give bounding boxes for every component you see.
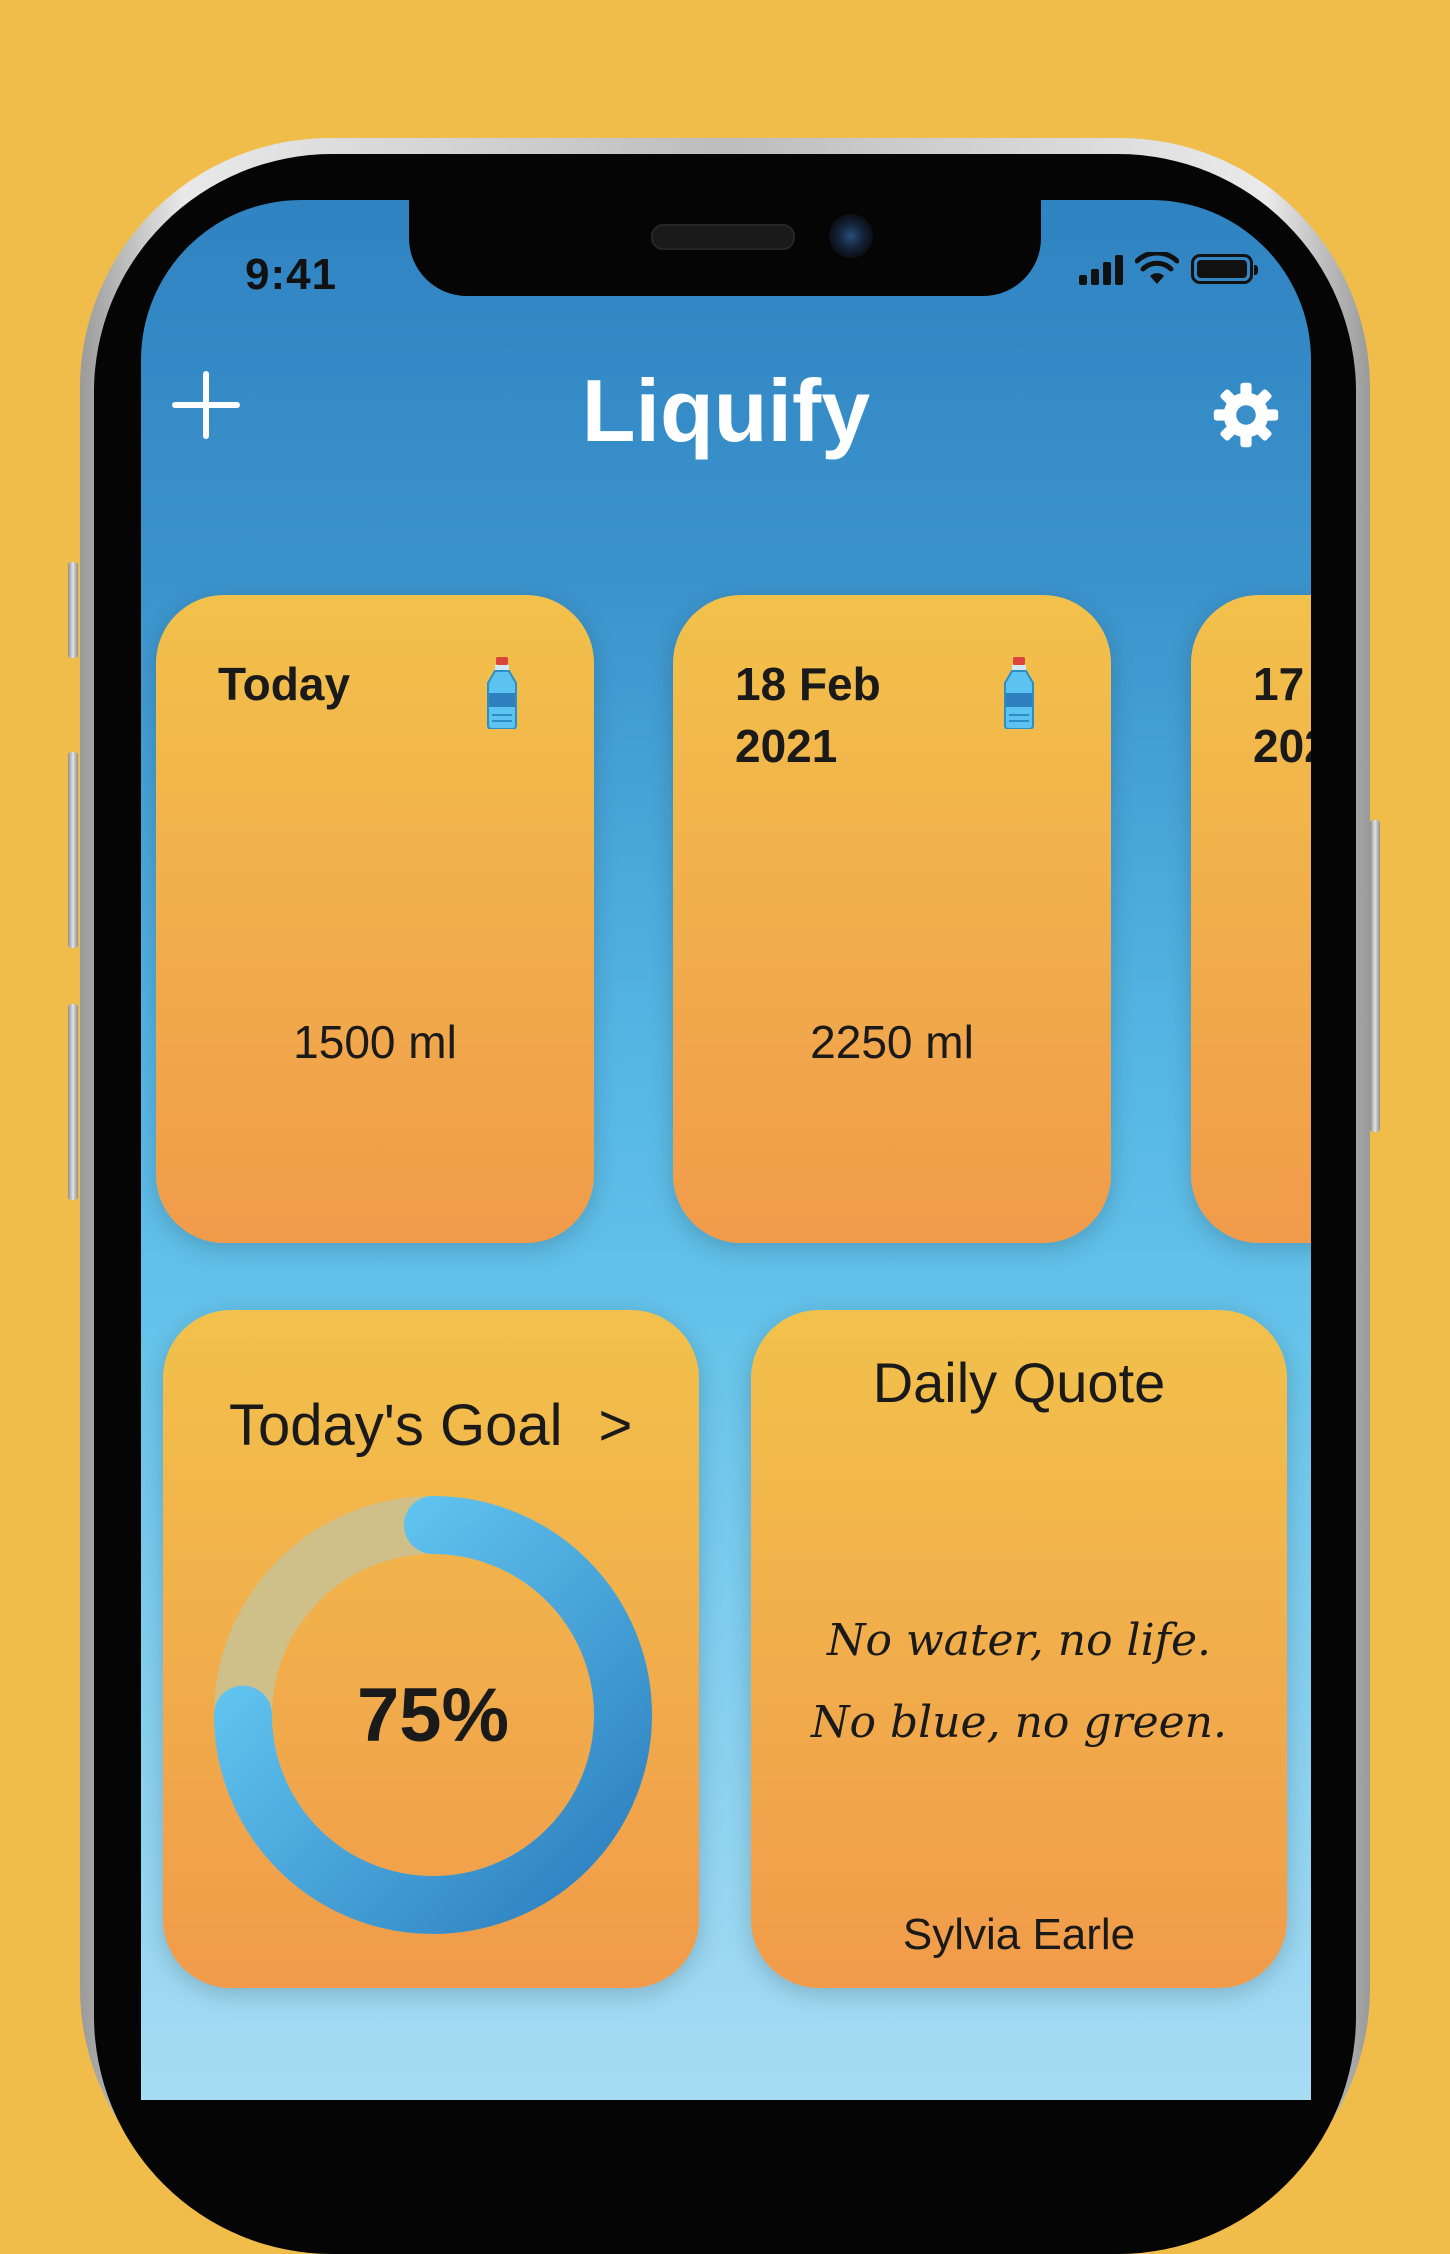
wifi-icon	[1135, 252, 1179, 284]
front-camera	[829, 214, 873, 258]
quote-author: Sylvia Earle	[902, 1910, 1136, 1959]
water-bottle-icon	[1004, 657, 1034, 729]
gear-icon[interactable]	[1211, 380, 1281, 450]
quote-text: No water, no life. No blue, no green.	[751, 1600, 1287, 1764]
status-time: 9:41	[245, 250, 338, 299]
goal-title-link[interactable]: Today's Goal >	[229, 1392, 632, 1459]
mute-switch	[68, 562, 78, 658]
day-card-label: Today	[218, 658, 351, 710]
water-bottle-icon	[487, 657, 517, 729]
chevron-right-icon: >	[598, 1393, 633, 1458]
goal-title: Today's Goal	[229, 1393, 563, 1458]
notch	[409, 200, 1041, 296]
quote-line-1: No water, no life.	[826, 1615, 1212, 1666]
day-card-amount: 1500 ml	[293, 1016, 457, 1068]
power-button	[1370, 820, 1380, 1132]
earpiece-speaker	[651, 224, 795, 250]
battery-icon	[1191, 254, 1258, 284]
day-card-18-feb[interactable]: 18 Feb 2021 2250 ml	[673, 595, 1111, 1243]
goal-card[interactable]: Today's Goal > 75%	[163, 1310, 699, 1988]
day-card-amount: 2250 ml	[810, 1016, 974, 1068]
app-screen: 9:41 Liquify Today 1500 ml 18 Feb 2021 2…	[141, 200, 1311, 2100]
quote-card: Daily Quote No water, no life. No blue, …	[751, 1310, 1287, 1988]
quote-title: Daily Quote	[872, 1351, 1166, 1414]
volume-down-button	[68, 1004, 78, 1200]
app-title: Liquify	[581, 361, 871, 460]
volume-up-button	[68, 752, 78, 948]
day-card-label: 18 Feb 2021	[735, 658, 881, 772]
quote-line-2: No blue, no green.	[811, 1697, 1227, 1748]
day-card-today[interactable]: Today 1500 ml	[156, 595, 594, 1243]
status-icons	[1079, 252, 1258, 286]
day-card-17-feb[interactable]: 17 Feb 2021	[1191, 595, 1311, 1243]
day-card-label: 17 Feb 2021	[1253, 658, 1311, 772]
goal-percent: 75%	[356, 1672, 510, 1758]
cellular-signal-icon	[1079, 253, 1123, 285]
